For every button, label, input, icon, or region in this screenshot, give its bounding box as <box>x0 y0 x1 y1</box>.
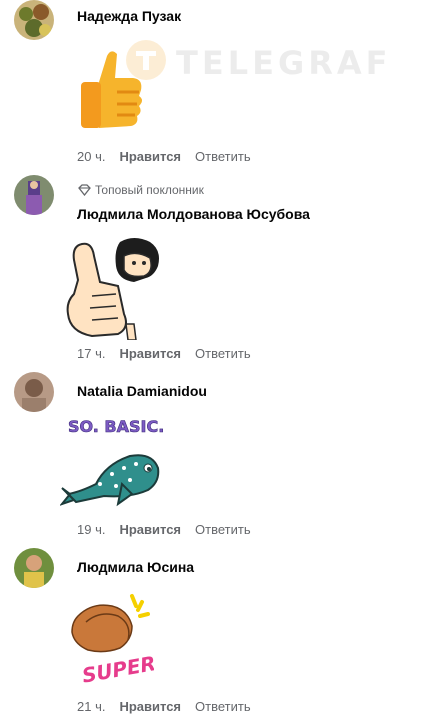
author-name[interactable]: Надежда Пузак <box>77 8 181 24</box>
top-fan-badge: Топовый поклонник <box>78 183 204 197</box>
comment: Людмила Юсина SUPER! 21 ч. Нравится Ответи… <box>0 548 425 720</box>
like-button[interactable]: Нравится <box>119 699 181 714</box>
comment-time[interactable]: 21 ч. <box>77 699 105 714</box>
comment: Надежда Пузак 20 ч. Нравится Ответить <box>0 0 425 175</box>
comment-meta: 17 ч. Нравится Ответить <box>77 346 265 361</box>
like-button[interactable]: Нравится <box>119 149 181 164</box>
comment-meta: 20 ч. Нравится Ответить <box>77 149 265 164</box>
girl-thumbs-up-sticker <box>62 236 162 341</box>
like-button[interactable]: Нравится <box>119 346 181 361</box>
reply-button[interactable]: Ответить <box>195 149 251 164</box>
comment-time[interactable]: 20 ч. <box>77 149 105 164</box>
reply-button[interactable]: Ответить <box>195 346 251 361</box>
sticker-text: SO. BASIC. <box>68 417 164 436</box>
author-name[interactable]: Natalia Damianidou <box>77 383 207 399</box>
avatar[interactable] <box>14 175 54 215</box>
reply-button[interactable]: Ответить <box>195 699 251 714</box>
avatar[interactable] <box>14 372 54 412</box>
comment-time[interactable]: 17 ч. <box>77 346 105 361</box>
author-name[interactable]: Людмила Юсина <box>77 559 194 575</box>
comment: Топовый поклонник Людмила Молдованова Юс… <box>0 175 425 370</box>
avatar[interactable] <box>14 548 54 588</box>
reply-button[interactable]: Ответить <box>195 522 251 537</box>
so-basic-whale-shark-sticker: SO. BASIC. <box>59 412 165 512</box>
super-clapping-hands-sticker: SUPER! <box>70 592 167 688</box>
like-button[interactable]: Нравится <box>119 522 181 537</box>
thumbs-up-sticker <box>77 48 147 132</box>
author-name[interactable]: Людмила Молдованова Юсубова <box>77 206 310 222</box>
avatar[interactable] <box>14 0 54 40</box>
comment: Natalia Damianidou SO. BASIC. 19 ч. Нрави… <box>0 372 425 544</box>
comment-meta: 19 ч. Нравится Ответить <box>77 522 265 537</box>
badge-label: Топовый поклонник <box>95 183 204 197</box>
diamond-icon <box>78 184 91 197</box>
sticker-text: SUPER! <box>80 650 154 688</box>
comment-meta: 21 ч. Нравится Ответить <box>77 699 265 714</box>
comment-time[interactable]: 19 ч. <box>77 522 105 537</box>
